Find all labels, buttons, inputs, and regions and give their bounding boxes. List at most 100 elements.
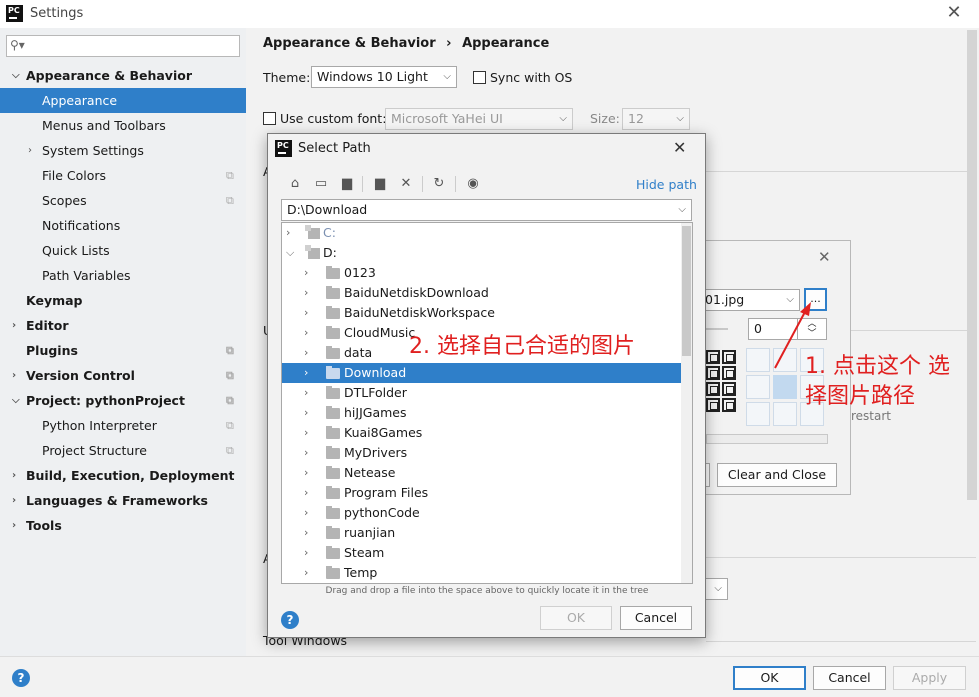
help-icon[interactable]: ? xyxy=(12,669,30,687)
sidebar-item-version-control[interactable]: › Version Control ⧉ xyxy=(0,363,246,388)
opacity-slider[interactable] xyxy=(706,328,728,330)
chevron-right-icon[interactable]: › xyxy=(304,323,308,343)
custom-font-checkbox[interactable] xyxy=(263,112,276,125)
tree-row[interactable]: › Steam xyxy=(282,543,692,563)
font-select[interactable]: Microsoft YaHei UI ⌵ xyxy=(385,108,573,130)
sidebar-item-path-variables[interactable]: Path Variables xyxy=(0,263,246,288)
tree-scrollbar-thumb[interactable] xyxy=(682,226,691,356)
sidebar-item-file-colors[interactable]: File Colors ⧉ xyxy=(0,163,246,188)
placement-cell[interactable] xyxy=(746,402,770,426)
placement-cell[interactable] xyxy=(746,348,770,372)
tree-row[interactable]: › ruanjian xyxy=(282,523,692,543)
partial-select[interactable]: ⌵ xyxy=(706,578,728,600)
chevron-down-icon[interactable]: ⌵ xyxy=(12,388,20,413)
sidebar-item-appearance[interactable]: Appearance xyxy=(0,88,246,113)
tile-icon[interactable] xyxy=(722,366,736,380)
tile-icon[interactable] xyxy=(706,398,720,412)
tree-row[interactable]: › MyDrivers xyxy=(282,443,692,463)
chevron-right-icon[interactable]: › xyxy=(304,363,308,383)
placement-cell[interactable] xyxy=(773,348,797,372)
tile-icon[interactable] xyxy=(722,398,736,412)
sidebar-item-scopes[interactable]: Scopes ⧉ xyxy=(0,188,246,213)
chevron-right-icon[interactable]: › xyxy=(304,563,308,583)
browse-button[interactable]: ... xyxy=(804,288,827,311)
sidebar-item-appearance-behavior[interactable]: ⌵ Appearance & Behavior xyxy=(0,63,246,88)
window-close-icon[interactable]: ✕ xyxy=(944,3,964,23)
delete-icon[interactable]: ✕ xyxy=(398,176,414,192)
new-folder-icon[interactable]: ▆ xyxy=(372,176,388,192)
tile-icon[interactable] xyxy=(722,350,736,364)
dialog-close-icon[interactable]: ✕ xyxy=(673,138,686,157)
image-path-combo[interactable]: 01.jpg ⌵ xyxy=(700,289,800,311)
placement-cell[interactable] xyxy=(746,375,770,399)
sidebar-item-tools[interactable]: › Tools xyxy=(0,513,246,538)
search-input[interactable] xyxy=(6,35,240,57)
opacity-spinner[interactable]: 0 xyxy=(748,318,798,340)
hide-path-link[interactable]: Hide path xyxy=(636,177,697,192)
tree-row[interactable]: › BaiduNetdiskWorkspace xyxy=(282,303,692,323)
desktop-icon[interactable]: ▭ xyxy=(313,176,329,192)
sidebar-item-quick-lists[interactable]: Quick Lists xyxy=(0,238,246,263)
tree-row[interactable]: › Program Files xyxy=(282,483,692,503)
tree-row[interactable]: › pythonCode xyxy=(282,503,692,523)
chevron-right-icon[interactable]: › xyxy=(12,363,16,388)
sidebar-item-project-structure[interactable]: Project Structure ⧉ xyxy=(0,438,246,463)
placement-cell-selected[interactable] xyxy=(773,375,797,399)
tile-icon[interactable] xyxy=(706,366,720,380)
ok-button[interactable]: OK xyxy=(733,666,806,690)
folder-tree[interactable]: › C: ⌵ D: › 0123 › BaiduNetdiskDownload › BaiduNe… xyxy=(281,222,693,584)
chevron-right-icon[interactable]: › xyxy=(12,513,16,538)
size-select[interactable]: 12 ⌵ xyxy=(622,108,690,130)
tree-row[interactable]: › 0123 xyxy=(282,263,692,283)
sidebar-item-menus-and-toolbars[interactable]: Menus and Toolbars xyxy=(0,113,246,138)
chevron-right-icon[interactable]: › xyxy=(304,303,308,323)
dialog-close-icon[interactable]: ✕ xyxy=(818,248,831,266)
main-scrollbar[interactable] xyxy=(967,30,977,500)
sidebar-item-keymap[interactable]: Keymap xyxy=(0,288,246,313)
chevron-right-icon[interactable]: › xyxy=(304,403,308,423)
sidebar-item-languages-frameworks[interactable]: › Languages & Frameworks xyxy=(0,488,246,513)
sidebar-item-plugins[interactable]: Plugins ⧉ xyxy=(0,338,246,363)
sidebar-item-build-execution-deployment[interactable]: › Build, Execution, Deployment xyxy=(0,463,246,488)
tree-row[interactable]: › BaiduNetdiskDownload xyxy=(282,283,692,303)
chevron-right-icon[interactable]: › xyxy=(304,543,308,563)
chevron-right-icon[interactable]: › xyxy=(12,488,16,513)
placement-cell[interactable] xyxy=(773,402,797,426)
apply-button[interactable]: Apply xyxy=(893,666,966,690)
tile-icon[interactable] xyxy=(706,350,720,364)
select-path-cancel-button[interactable]: Cancel xyxy=(620,606,692,630)
chevron-right-icon[interactable]: › xyxy=(304,523,308,543)
chevron-right-icon[interactable]: › xyxy=(12,313,16,338)
chevron-right-icon[interactable]: › xyxy=(12,463,16,488)
path-input[interactable]: D:\Download ⌵ xyxy=(281,199,692,221)
chevron-right-icon[interactable]: › xyxy=(304,443,308,463)
refresh-icon[interactable]: ↻ xyxy=(431,176,447,192)
tile-icon[interactable] xyxy=(722,382,736,396)
chevron-down-icon[interactable]: ⌵ xyxy=(286,243,294,263)
chevron-right-icon[interactable]: › xyxy=(304,423,308,443)
chevron-right-icon[interactable]: › xyxy=(304,463,308,483)
tile-icon[interactable] xyxy=(706,382,720,396)
cancel-button[interactable]: Cancel xyxy=(813,666,886,690)
tree-row[interactable]: › Kuai8Games xyxy=(282,423,692,443)
theme-select[interactable]: Windows 10 Light ⌵ xyxy=(311,66,457,88)
tree-row[interactable]: › hiJJGames xyxy=(282,403,692,423)
home-icon[interactable]: ⌂ xyxy=(287,176,303,192)
chevron-down-icon[interactable]: ⌵ xyxy=(12,63,20,88)
sidebar-item-python-interpreter[interactable]: Python Interpreter ⧉ xyxy=(0,413,246,438)
spinner-arrows-icon[interactable]: ︿ ﹀ xyxy=(797,318,827,340)
tree-row[interactable]: › C: xyxy=(282,223,692,243)
sync-os-checkbox[interactable] xyxy=(473,71,486,84)
sidebar-item-notifications[interactable]: Notifications xyxy=(0,213,246,238)
project-folder-icon[interactable]: ▆ xyxy=(339,176,355,192)
tree-row[interactable]: › Temp xyxy=(282,563,692,583)
show-hidden-icon[interactable]: ◉ xyxy=(465,176,481,192)
tree-row[interactable]: › Netease xyxy=(282,463,692,483)
chevron-right-icon[interactable]: › xyxy=(304,483,308,503)
sidebar-item-editor[interactable]: › Editor xyxy=(0,313,246,338)
select-path-ok-button[interactable]: OK xyxy=(540,606,612,630)
chevron-right-icon[interactable]: › xyxy=(286,223,290,243)
chevron-right-icon[interactable]: › xyxy=(304,263,308,283)
breadcrumb-parent[interactable]: Appearance & Behavior xyxy=(263,36,436,51)
tree-row[interactable]: › Download xyxy=(282,363,692,383)
